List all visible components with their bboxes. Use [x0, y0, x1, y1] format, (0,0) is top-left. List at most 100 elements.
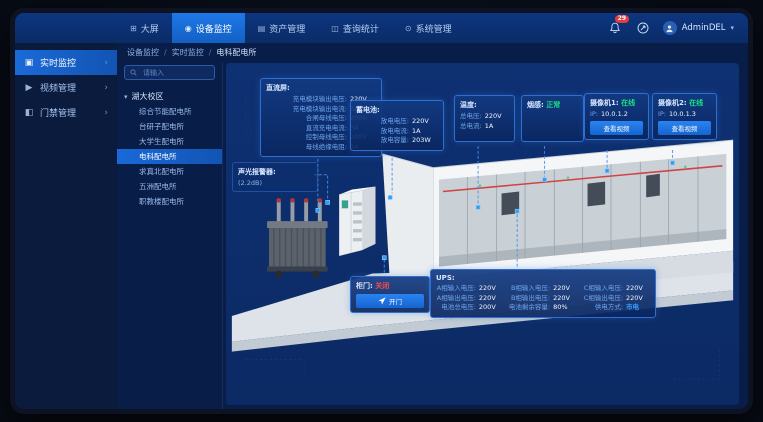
- field-value: 220V: [412, 117, 438, 127]
- field-label: 合闸母线电压:: [266, 114, 347, 124]
- tab-query-statistics[interactable]: ◫ 查询统计: [318, 13, 392, 43]
- ups-column-c: C相输入电压:220V C相输出电压:220V 供电方式:市电: [583, 284, 650, 313]
- asset-icon: ▤: [258, 24, 266, 33]
- tree-item-2[interactable]: 大学生配电所: [124, 134, 215, 149]
- panel-title: UPS:: [436, 274, 650, 282]
- alarm-value: (2.2dB): [238, 179, 312, 187]
- view-video-button[interactable]: 查看视频: [590, 121, 643, 135]
- tab-label: 资产管理: [269, 22, 305, 35]
- panel-title-text: 柜门:: [356, 282, 373, 290]
- field-label: A相输入电压:: [436, 284, 476, 294]
- breadcrumb: 设备监控 / 实时监控 / 电科配电所: [117, 43, 748, 62]
- tree-item-6[interactable]: 职教楼配电所: [124, 194, 215, 209]
- ups-column-a: A相输入电压:220V A相输出电压:220V 电池总电压:200V: [436, 284, 503, 313]
- ip-row: IP:10.0.1.3: [658, 110, 711, 118]
- tab-label: 大屏: [141, 22, 159, 35]
- field-value: 220V: [553, 284, 577, 294]
- avatar: [663, 21, 677, 35]
- tree-node-root[interactable]: ▾ 湖大校区: [124, 89, 215, 104]
- tab-dashboard[interactable]: ⊞ 大屏: [117, 13, 172, 43]
- tab-label: 系统管理: [416, 22, 452, 35]
- field-value: 220V: [479, 284, 503, 294]
- user-icon: [665, 24, 674, 33]
- sidebar-item-video-management[interactable]: ▶ 视频管理 ›: [15, 75, 117, 100]
- tree-item-5[interactable]: 五洲配电所: [124, 179, 215, 194]
- open-door-button[interactable]: 开门: [356, 294, 424, 308]
- field-label: 电池总电压:: [436, 303, 476, 313]
- fullscreen-icon: [637, 22, 649, 34]
- breadcrumb-item[interactable]: 电科配电所: [216, 47, 256, 58]
- tree-item-0[interactable]: 综合节能配电所: [124, 104, 215, 119]
- field-label: 放电电流:: [356, 127, 409, 137]
- user-menu[interactable]: AdminDEL ▾: [663, 21, 734, 35]
- panel-title: 声光报警器:: [238, 167, 312, 177]
- door-icon: ◧: [24, 108, 34, 118]
- field-value: 220V: [479, 294, 503, 304]
- ip-label: IP:: [590, 110, 598, 118]
- sidebar-item-access-control[interactable]: ◧ 门禁管理 ›: [15, 100, 117, 125]
- field-value: 200V: [479, 303, 503, 313]
- tree-item-4[interactable]: 求真北配电所: [124, 164, 215, 179]
- workspace: ▾ 湖大校区 综合节能配电所 台研子配电所 大学生配电所 电科配电所 求真北配电…: [117, 62, 748, 414]
- notifications-button[interactable]: 29: [607, 20, 623, 36]
- field-label: 放电容量:: [356, 136, 409, 146]
- battery-panel: 蓄电池: 放电电压:220V 放电电流:1A 放电容量:203W: [350, 100, 444, 151]
- content-column: 设备监控 / 实时监控 / 电科配电所: [117, 43, 748, 414]
- video-icon: ▶: [24, 83, 34, 93]
- field-label: 总电压:: [460, 112, 482, 122]
- camera1-panel: 摄像机1: 在线 IP:10.0.1.2 查看视频: [584, 93, 649, 140]
- status-badge: 在线: [689, 99, 703, 107]
- tab-system-management[interactable]: ⊙ 系统管理: [392, 13, 465, 43]
- app-body: ▣ 实时监控 › ▶ 视频管理 › ◧ 门禁管理 › 设备监控 / 实时监控 /: [15, 43, 748, 414]
- fullscreen-button[interactable]: [635, 20, 651, 36]
- field-label: 放电电压:: [356, 117, 409, 127]
- status-badge: 关闭: [375, 282, 389, 290]
- panel-title: 摄像机1: 在线: [590, 98, 643, 108]
- field-value: 220V: [626, 294, 650, 304]
- field-value: 220V: [626, 284, 650, 294]
- status-badge: 正常: [546, 101, 560, 109]
- field-value: 1A: [485, 122, 509, 132]
- open-door-icon: [378, 297, 386, 305]
- field-label: 供电方式:: [583, 303, 623, 313]
- ip-label: IP:: [658, 110, 666, 118]
- user-name: AdminDEL: [682, 23, 726, 33]
- tab-device-monitor[interactable]: ◉ 设备监控: [172, 13, 245, 43]
- realtime-monitor-icon: ▣: [24, 58, 34, 68]
- station-tree: ▾ 湖大校区 综合节能配电所 台研子配电所 大学生配电所 电科配电所 求真北配电…: [124, 89, 215, 209]
- gear-icon: ⊙: [405, 24, 412, 33]
- sidebar-item-label: 门禁管理: [40, 106, 76, 119]
- monitor-icon: ◉: [185, 24, 192, 33]
- field-label: 直流充电电流:: [266, 124, 347, 134]
- nav-tabs: ⊞ 大屏 ◉ 设备监控 ▤ 资产管理 ◫ 查询统计 ⊙ 系统管理: [117, 13, 465, 43]
- sidebar-item-realtime-monitor[interactable]: ▣ 实时监控 ›: [15, 50, 117, 75]
- breadcrumb-item[interactable]: 设备监控: [127, 47, 159, 58]
- tab-label: 查询统计: [343, 22, 379, 35]
- tree-item-1[interactable]: 台研子配电所: [124, 119, 215, 134]
- notification-badge: 29: [615, 15, 629, 23]
- breadcrumb-separator: /: [209, 48, 212, 57]
- panel-title: 烟感: 正常: [527, 100, 578, 110]
- panel-title: 柜门: 关闭: [356, 281, 424, 291]
- field-label: A相输出电压:: [436, 294, 476, 304]
- tab-label: 设备监控: [196, 22, 232, 35]
- breadcrumb-item[interactable]: 实时监控: [172, 47, 204, 58]
- ip-value: 10.0.1.2: [601, 110, 628, 118]
- search-icon: [130, 69, 137, 76]
- temperature-panel: 温度: 总电压:220V 总电流:1A: [454, 95, 515, 142]
- primary-sidebar: ▣ 实时监控 › ▶ 视频管理 › ◧ 门禁管理 ›: [15, 43, 117, 414]
- field-value: 220V: [485, 112, 509, 122]
- ip-value: 10.0.1.3: [669, 110, 696, 118]
- tab-asset-management[interactable]: ▤ 资产管理: [245, 13, 319, 43]
- view-video-button[interactable]: 查看视频: [658, 121, 711, 135]
- search-input[interactable]: [141, 68, 209, 78]
- field-label: 充电模块输出电压:: [266, 95, 347, 105]
- field-value: 1A: [412, 127, 438, 137]
- station-tree-panel: ▾ 湖大校区 综合节能配电所 台研子配电所 大学生配电所 电科配电所 求真北配电…: [117, 62, 223, 414]
- field-label: 控制母线电压:: [266, 133, 347, 143]
- smoke-detector-panel: 烟感: 正常: [521, 95, 584, 142]
- ip-row: IP:10.0.1.2: [590, 110, 643, 118]
- field-value: 220V: [553, 294, 577, 304]
- field-value: 80%: [553, 303, 577, 313]
- tree-item-3-selected[interactable]: 电科配电所: [117, 149, 222, 164]
